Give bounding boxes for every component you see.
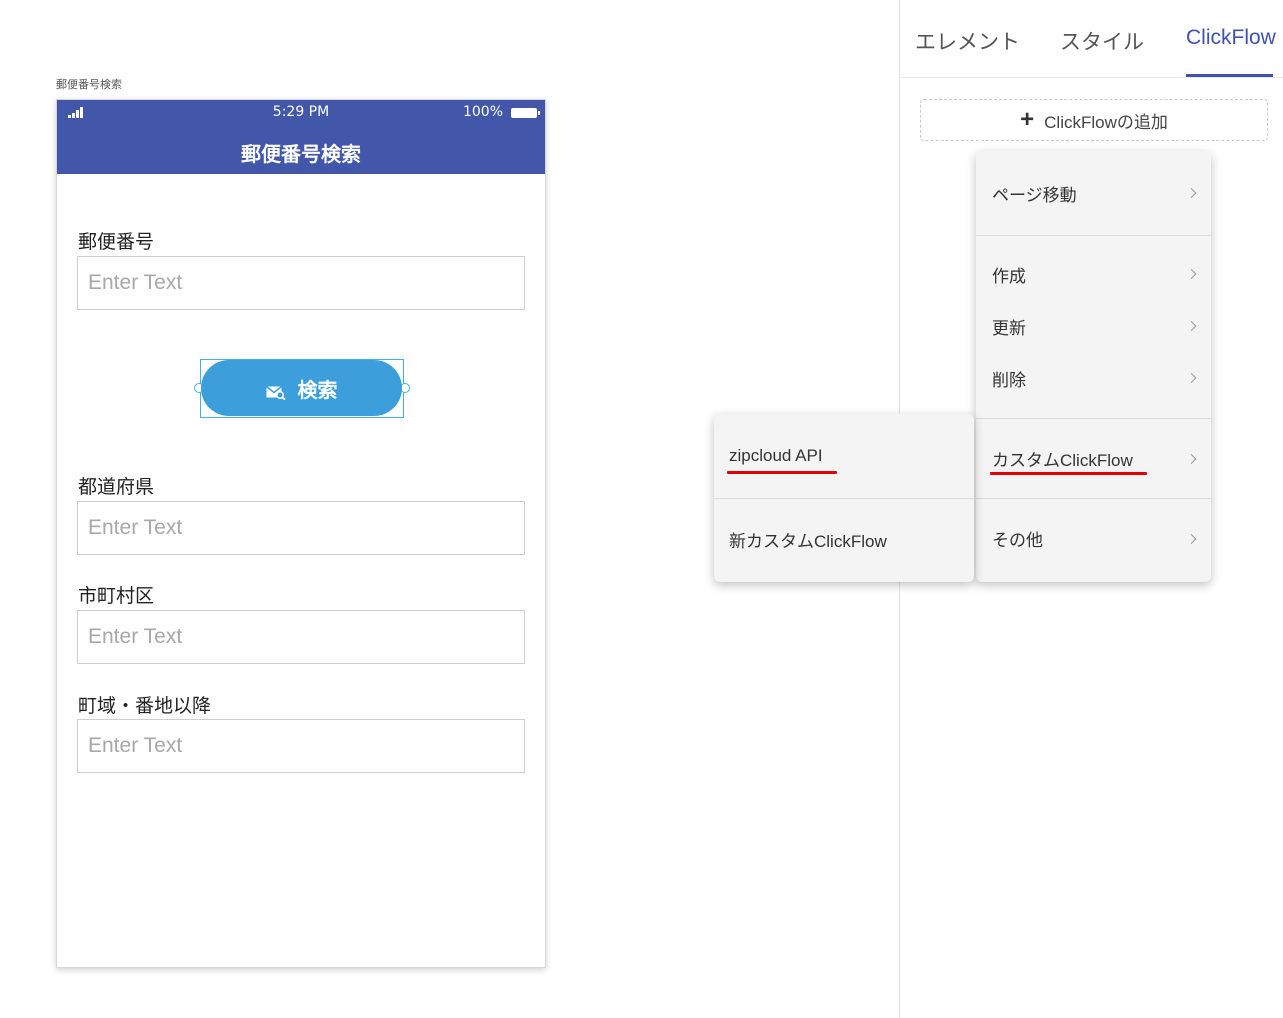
menu-item-label: 作成 [992,266,1026,287]
menu-item-update[interactable]: 更新 [976,301,1211,351]
mail-search-icon [265,381,286,401]
chevron-right-icon [1186,453,1197,464]
menu-item-label: カスタムClickFlow [992,451,1133,470]
highlight-underline [727,471,837,474]
highlight-underline [990,472,1147,475]
phone-preview: 5:29 PM 100% 郵便番号検索 郵便番号 検索 都道府県 市町村区 町域… [56,99,546,968]
menu-item-label: 削除 [992,370,1026,391]
menu-item-label: 更新 [992,318,1026,339]
submenu-item-label: zipcloud API [729,446,823,465]
app-header: 5:29 PM 100% 郵便番号検索 [57,100,545,174]
add-clickflow-button[interactable]: + ClickFlowの追加 [920,99,1268,141]
clickflow-menu: ページ移動 作成 更新 削除 カスタムClickFlow その他 [976,151,1211,582]
menu-item-other[interactable]: その他 [976,499,1211,578]
chevron-right-icon [1186,533,1197,544]
active-tab-indicator [1186,74,1273,77]
menu-item-delete[interactable]: 削除 [976,353,1211,403]
search-button-selection[interactable]: 検索 [194,359,410,418]
address-input[interactable] [77,719,525,773]
address-label: 町域・番地以降 [78,695,212,717]
submenu-item-new-custom-clickflow[interactable]: 新カスタムClickFlow [714,499,974,579]
submenu-item-zipcloud-api[interactable]: zipcloud API [714,414,974,498]
tab-bar-border [900,77,1283,78]
battery-icon [511,108,540,118]
menu-item-create[interactable]: 作成 [976,249,1211,299]
postal-code-input[interactable] [77,256,525,310]
prefecture-label: 都道府県 [78,476,155,498]
city-label: 市町村区 [78,585,155,607]
postal-code-label: 郵便番号 [78,231,155,253]
menu-item-custom-clickflow[interactable]: カスタムClickFlow [976,419,1211,498]
chevron-right-icon [1186,188,1197,198]
chevron-right-icon [1186,373,1197,383]
add-clickflow-label: ClickFlowの追加 [1044,112,1168,132]
menu-item-label: その他 [992,531,1043,551]
menu-item-label: ページ移動 [992,185,1077,206]
search-button[interactable]: 検索 [201,360,402,416]
page-title: 郵便番号検索 [241,142,361,166]
menu-item-page-navigation[interactable]: ページ移動 [976,151,1211,235]
search-button-label: 検索 [297,377,338,402]
page-name-caption: 郵便番号検索 [56,78,122,91]
tab-style[interactable]: スタイル [1060,26,1144,56]
chevron-right-icon [1186,321,1197,331]
chevron-right-icon [1186,269,1197,279]
battery-percent: 100% [462,104,503,120]
submenu-item-label: 新カスタムClickFlow [729,531,887,551]
tab-element[interactable]: エレメント [915,26,1020,56]
prefecture-input[interactable] [77,501,525,555]
menu-divider [976,235,1211,236]
custom-clickflow-submenu: zipcloud API 新カスタムClickFlow [714,414,974,582]
plus-icon: + [1020,106,1035,133]
tab-clickflow[interactable]: ClickFlow [1186,26,1276,50]
city-input[interactable] [77,610,525,664]
